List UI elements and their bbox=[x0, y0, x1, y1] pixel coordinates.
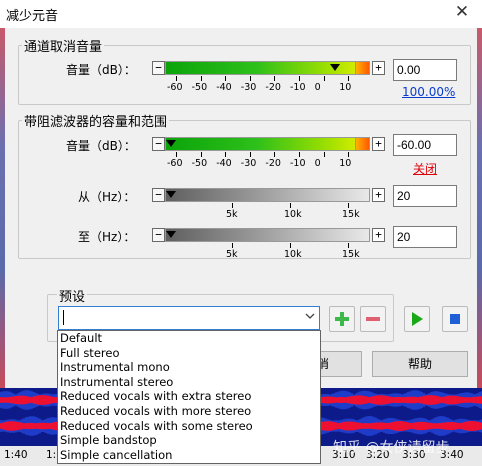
scale-label: 15k bbox=[342, 249, 360, 260]
scale-label: -30 bbox=[240, 158, 257, 169]
scale-label: -30 bbox=[240, 82, 257, 93]
scale-tick bbox=[299, 152, 300, 157]
scale-label: 5k bbox=[226, 209, 238, 220]
watermark: 知乎 @女侠请留步 bbox=[333, 440, 450, 456]
scale-label: -60 bbox=[167, 158, 183, 169]
scale-tick bbox=[299, 76, 300, 81]
scale-label: -40 bbox=[216, 82, 232, 93]
band-volume-plus-button[interactable]: + bbox=[372, 137, 385, 151]
scale-label: -10 bbox=[290, 158, 306, 169]
to-minus-button[interactable]: − bbox=[152, 228, 165, 242]
band-volume-track[interactable] bbox=[165, 137, 370, 151]
to-hz-input[interactable] bbox=[393, 226, 457, 248]
from-frequency-track[interactable] bbox=[165, 188, 370, 202]
preset-option[interactable]: Default bbox=[58, 331, 320, 346]
scale-label: -10 bbox=[290, 82, 306, 93]
scale-label: -60 bbox=[167, 82, 183, 93]
scale-label: -40 bbox=[216, 158, 232, 169]
scale-tick bbox=[232, 243, 233, 248]
band-volume-input[interactable] bbox=[393, 134, 457, 156]
thumb-icon[interactable] bbox=[330, 64, 340, 71]
scale-label: 0 bbox=[314, 82, 321, 93]
scale-tick bbox=[274, 76, 276, 81]
scale-tick bbox=[348, 152, 350, 157]
stop-button[interactable] bbox=[442, 306, 468, 332]
scale-label: 5k bbox=[226, 249, 238, 260]
from-plus-button[interactable]: + bbox=[372, 188, 385, 202]
scale-label: 10k bbox=[284, 249, 302, 260]
scale-label: -20 bbox=[265, 82, 281, 93]
scale-tick bbox=[232, 203, 233, 208]
thumb-icon[interactable] bbox=[166, 231, 176, 238]
preset-option[interactable]: Reduced vocals with more stereo bbox=[58, 404, 320, 419]
scale-label: -50 bbox=[191, 82, 208, 93]
scale-tick bbox=[225, 152, 227, 157]
add-preset-button[interactable] bbox=[329, 306, 355, 332]
channel-volume-gain-zone bbox=[355, 61, 370, 75]
channel-volume-plus-button[interactable]: + bbox=[372, 61, 385, 75]
window-title: 减少元音 bbox=[6, 9, 59, 24]
play-button[interactable] bbox=[404, 306, 430, 332]
scale-label: -20 bbox=[265, 158, 281, 169]
thumb-icon[interactable] bbox=[166, 191, 176, 198]
scale-tick bbox=[274, 152, 276, 157]
preset-combo[interactable] bbox=[58, 306, 320, 330]
from-minus-button[interactable]: − bbox=[152, 188, 165, 202]
close-icon[interactable]: ✕ bbox=[452, 1, 472, 23]
stop-icon bbox=[450, 314, 460, 324]
time-label: 1:40 bbox=[4, 449, 28, 461]
scale-label: -50 bbox=[191, 158, 208, 169]
preset-combo-caret bbox=[63, 310, 64, 325]
channel-cancel-group-title: 通道取消音量 bbox=[22, 36, 105, 55]
scale-tick bbox=[200, 76, 202, 81]
scale-label: 15k bbox=[342, 209, 360, 220]
scale-tick bbox=[290, 203, 291, 208]
preset-option[interactable]: Simple cancellation bbox=[58, 448, 320, 463]
scale-tick bbox=[348, 76, 350, 81]
to-frequency-track[interactable] bbox=[165, 228, 370, 242]
preset-option[interactable]: Instrumental stereo bbox=[58, 375, 320, 390]
preset-option[interactable]: Reduced vocals with extra stereo bbox=[58, 389, 320, 404]
scale-tick bbox=[348, 243, 349, 248]
preset-dropdown-list[interactable]: Default Full stereo Instrumental mono Instr… bbox=[57, 330, 321, 464]
chevron-down-icon[interactable] bbox=[300, 307, 319, 329]
from-hz-input[interactable] bbox=[393, 185, 457, 207]
preset-option[interactable]: Instrumental mono bbox=[58, 360, 320, 375]
scale-tick bbox=[176, 152, 177, 157]
scale-tick bbox=[323, 76, 325, 81]
channel-volume-input[interactable] bbox=[393, 59, 457, 81]
help-button[interactable]: 帮助 bbox=[372, 351, 468, 377]
presets-group-title: 预设 bbox=[57, 286, 88, 305]
preset-option[interactable]: Full stereo bbox=[58, 346, 320, 361]
preset-option[interactable]: Simple bandstop bbox=[58, 433, 320, 448]
scale-tick bbox=[323, 152, 325, 157]
scale-label: 10 bbox=[339, 158, 352, 169]
scale-label: 10k bbox=[284, 209, 302, 220]
remove-preset-button[interactable] bbox=[360, 306, 386, 332]
scale-label: 0 bbox=[314, 158, 321, 169]
to-plus-button[interactable]: + bbox=[372, 228, 385, 242]
bandstop-group-title: 带阻滤波器的容量和范围 bbox=[22, 111, 170, 130]
band-volume-gain-zone bbox=[355, 137, 370, 151]
preset-option[interactable]: Reduced vocals with some stereo bbox=[58, 419, 320, 434]
channel-volume-minus-button[interactable]: − bbox=[152, 61, 165, 75]
add-icon bbox=[335, 312, 349, 326]
scale-tick bbox=[290, 243, 291, 248]
scale-tick bbox=[348, 203, 349, 208]
play-icon bbox=[412, 312, 423, 326]
thumb-icon[interactable] bbox=[166, 140, 176, 147]
scale-tick bbox=[249, 152, 251, 157]
scale-tick bbox=[225, 76, 227, 81]
channel-percent-link[interactable]: 100.00% bbox=[402, 85, 455, 99]
scale-label: 10 bbox=[339, 82, 352, 93]
band-volume-minus-button[interactable]: − bbox=[152, 137, 165, 151]
title-bar bbox=[0, 0, 482, 28]
remove-icon bbox=[366, 317, 380, 321]
band-off-link[interactable]: 关闭 bbox=[413, 160, 437, 177]
scale-tick bbox=[176, 76, 177, 81]
scale-tick bbox=[200, 152, 202, 157]
scale-tick bbox=[249, 76, 251, 81]
